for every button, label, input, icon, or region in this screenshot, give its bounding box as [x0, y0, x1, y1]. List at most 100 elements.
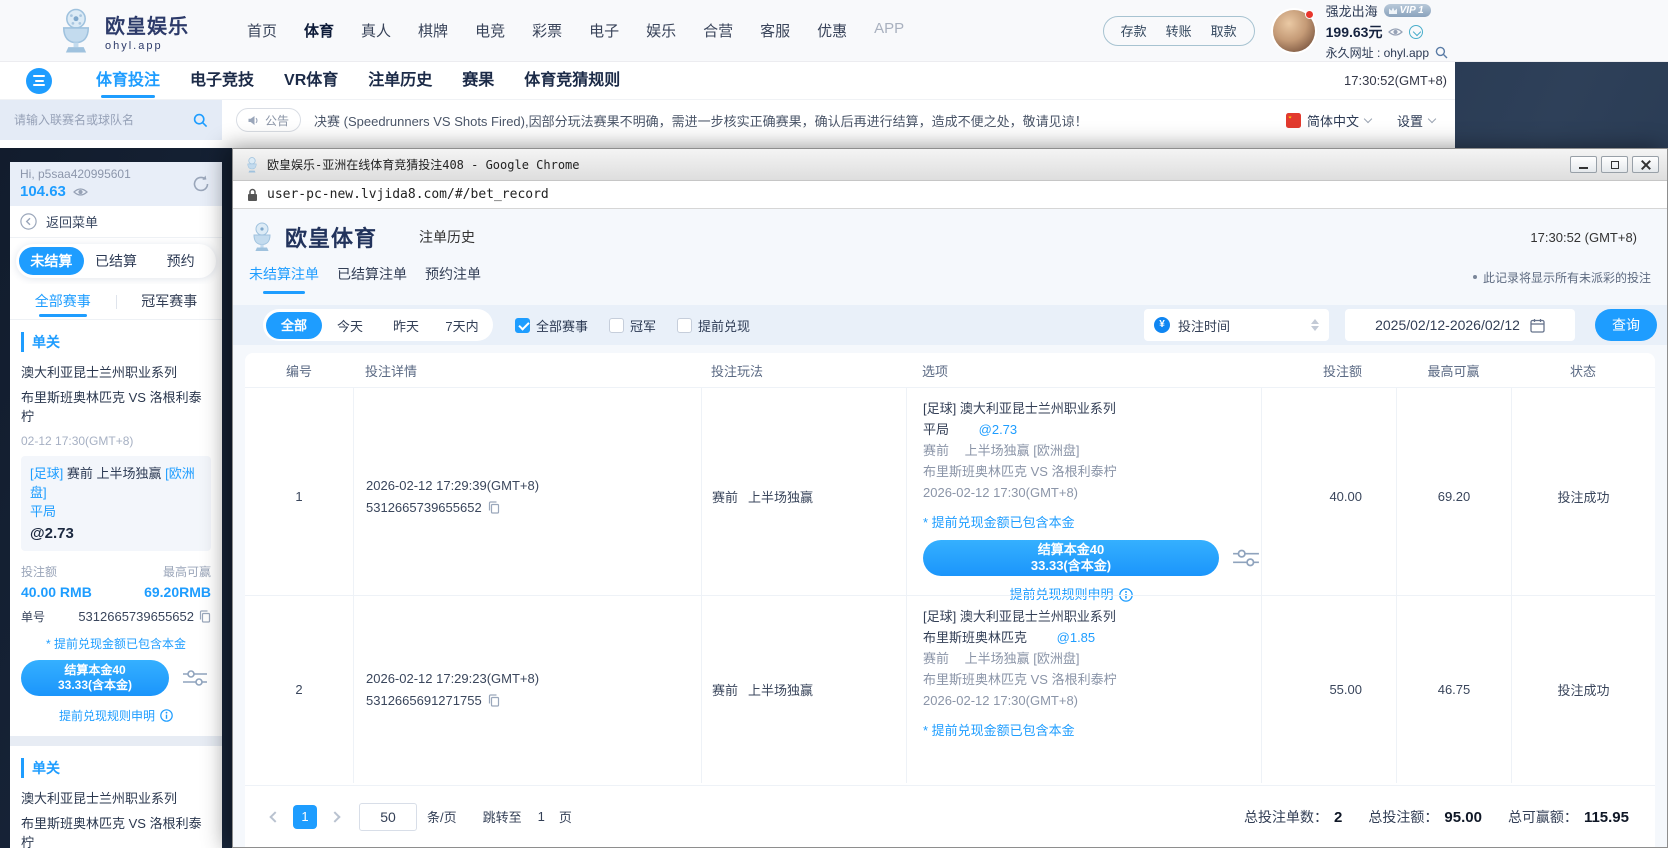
popup-body: 欧皇体育 注单历史 17:30:52 (GMT+8) 未结算注单 已结算注单 预… [233, 209, 1667, 847]
search-icon[interactable] [193, 113, 208, 128]
top-bar: 欧皇娱乐 ohyl.app 首页 体育 真人 棋牌 电竞 彩票 电子 娱乐 合营… [0, 0, 1668, 62]
window-title-bar[interactable]: 欧皇娱乐-亚洲在线体育竞猜投注408 - Google Chrome [233, 149, 1667, 181]
cashout-note: * 提前兑现金额已包含本金 [21, 635, 211, 652]
sidebar-user-card: Hi, p5saa420995601 104.63 [10, 162, 222, 206]
next-page-icon[interactable] [329, 811, 340, 822]
nav-affiliate[interactable]: 合营 [703, 20, 733, 41]
option-pick: 平局 [923, 422, 949, 437]
nav-cards[interactable]: 棋牌 [418, 20, 448, 41]
sports-subnav: 体育投注 电子竞技 VR体育 注单历史 赛果 体育竞猜规则 17:30:52(G… [0, 62, 1455, 100]
nav-home[interactable]: 首页 [247, 20, 277, 41]
withdraw-button[interactable]: 取款 [1211, 21, 1237, 40]
table-row: 1 2026-02-12 17:29:39(GMT+8) 53126657396… [245, 387, 1655, 595]
page-number-button[interactable]: 1 [293, 805, 317, 829]
tab-all-events[interactable]: 全部赛事 [35, 284, 91, 320]
back-arrow-icon [20, 213, 37, 230]
nav-sports[interactable]: 体育 [304, 20, 334, 41]
settings-select[interactable]: 设置 [1397, 111, 1435, 130]
sort-select[interactable]: ¥ 投注时间 [1144, 309, 1329, 341]
logo-text: 欧皇娱乐 ohyl.app [105, 10, 189, 52]
total-stake: 95.00 [1444, 809, 1482, 826]
back-to-menu[interactable]: 返回菜单 [10, 206, 222, 238]
bet-match: 布里斯班奥林匹克 VS 洛根利泰柠 [21, 388, 211, 426]
tab-unsettled[interactable]: 未结算 [19, 247, 84, 275]
eye-icon[interactable] [1388, 27, 1403, 37]
menu-icon[interactable] [26, 68, 52, 94]
tab-reserved[interactable]: 预约 [148, 247, 213, 275]
language-select[interactable]: 简体中文 [1286, 111, 1371, 130]
bet-order-number: 5312665691271755 [366, 690, 482, 712]
bet-match: 布里斯班奥林匹克 VS 洛根利泰柠 [21, 814, 211, 848]
site-logo[interactable]: 欧皇娱乐 ohyl.app [56, 8, 189, 54]
avatar[interactable] [1273, 10, 1315, 52]
checkbox-champion[interactable]: 冠军 [609, 316, 656, 335]
subnav-results[interactable]: 赛果 [462, 62, 494, 100]
page: 欧皇娱乐 ohyl.app 首页 体育 真人 棋牌 电竞 彩票 电子 娱乐 合营… [0, 0, 1668, 848]
filter-yesterday[interactable]: 昨天 [378, 316, 434, 335]
subnav-sports-betting[interactable]: 体育投注 [96, 62, 160, 100]
filter-all[interactable]: 全部 [266, 312, 322, 339]
event-tab-group: 全部赛事 冠军赛事 [10, 284, 222, 320]
filter-7days[interactable]: 7天内 [434, 316, 490, 335]
checkbox-unchecked-icon [677, 318, 692, 333]
subnav-bet-history[interactable]: 注单历史 [368, 62, 432, 100]
jump-page-value[interactable]: 1 [538, 809, 545, 824]
tab-settled[interactable]: 已结算 [84, 247, 149, 275]
favicon-trophy-icon [245, 157, 259, 173]
subnav-vr-sports[interactable]: VR体育 [284, 62, 338, 100]
balance-refresh-icon[interactable] [1409, 25, 1423, 39]
cashout-rule-link[interactable]: 提前兑现规则申明 [21, 707, 211, 724]
cashout-settings-icon[interactable] [1232, 547, 1260, 569]
cashout-settings-icon[interactable] [182, 668, 208, 688]
prev-page-icon[interactable] [269, 811, 280, 822]
deposit-button[interactable]: 存款 [1121, 21, 1147, 40]
copy-icon[interactable] [488, 694, 500, 707]
summary-totals: 总投注单数：2 总投注额：95.00 总可赢额：115.95 [1244, 807, 1629, 827]
checkbox-all-events[interactable]: 全部赛事 [515, 316, 588, 335]
logo-title: 欧皇娱乐 [105, 10, 189, 39]
nav-promo[interactable]: 优惠 [817, 20, 847, 41]
option-odds: @1.85 [1057, 630, 1096, 645]
url-search-icon[interactable] [1435, 46, 1448, 59]
chrome-popup-window: 欧皇娱乐-亚洲在线体育竞猜投注408 - Google Chrome user-… [232, 148, 1668, 848]
nav-esports[interactable]: 电竞 [475, 20, 505, 41]
nav-lottery[interactable]: 彩票 [532, 20, 562, 41]
max-win-label: 最高可赢 [163, 563, 211, 580]
tab-champion-events[interactable]: 冠军赛事 [141, 284, 197, 320]
nav-slots[interactable]: 电子 [589, 20, 619, 41]
cashout-button[interactable]: 结算本金40 33.33(含本金) [923, 540, 1219, 576]
copy-icon[interactable] [199, 610, 211, 623]
tab-reserved-orders[interactable]: 预约注单 [425, 259, 481, 295]
tab-unsettled-orders[interactable]: 未结算注单 [249, 259, 319, 295]
refresh-icon[interactable] [190, 173, 212, 195]
checkbox-cashout[interactable]: 提前兑现 [677, 316, 750, 335]
nav-app[interactable]: APP [874, 20, 904, 41]
sort-arrows-icon [1311, 319, 1319, 331]
copy-icon[interactable] [488, 501, 500, 514]
bet-league: 澳大利亚昆士兰州职业系列 [21, 362, 211, 381]
cashout-button[interactable]: 结算本金40 33.33(含本金) [21, 660, 169, 696]
filter-today[interactable]: 今天 [322, 316, 378, 335]
subnav-clock: 17:30:52(GMT+8) [1344, 73, 1447, 88]
close-button[interactable] [1632, 156, 1659, 173]
nav-entertainment[interactable]: 娱乐 [646, 20, 676, 41]
total-win: 115.95 [1584, 809, 1629, 826]
date-range-picker[interactable]: 2025/02/12-2026/02/12 [1345, 309, 1575, 341]
team-search-input[interactable] [14, 113, 193, 127]
subnav-esports[interactable]: 电子竞技 [190, 62, 254, 100]
url-bar[interactable]: user-pc-new.lvjida8.com/#/bet_record [233, 181, 1667, 209]
transfer-button[interactable]: 转账 [1166, 21, 1192, 40]
tab-settled-orders[interactable]: 已结算注单 [337, 259, 407, 295]
query-button[interactable]: 查询 [1595, 309, 1657, 341]
notification-dot [1305, 10, 1314, 19]
eye-icon[interactable] [73, 187, 88, 197]
maximize-button[interactable] [1601, 156, 1628, 173]
wallet-actions: 存款 转账 取款 [1103, 16, 1255, 46]
nav-service[interactable]: 客服 [760, 20, 790, 41]
nav-live[interactable]: 真人 [361, 20, 391, 41]
subnav-rules[interactable]: 体育竞猜规则 [524, 62, 620, 100]
page-size-input[interactable] [359, 803, 417, 831]
option-match: 布里斯班奥林匹克 VS 洛根利泰柠 [923, 669, 1261, 690]
minimize-button[interactable] [1570, 156, 1597, 173]
option-cell: [足球] 澳大利亚昆士兰州职业系列 布里斯班奥林匹克 @1.85 赛前 上半场独… [906, 596, 1261, 783]
